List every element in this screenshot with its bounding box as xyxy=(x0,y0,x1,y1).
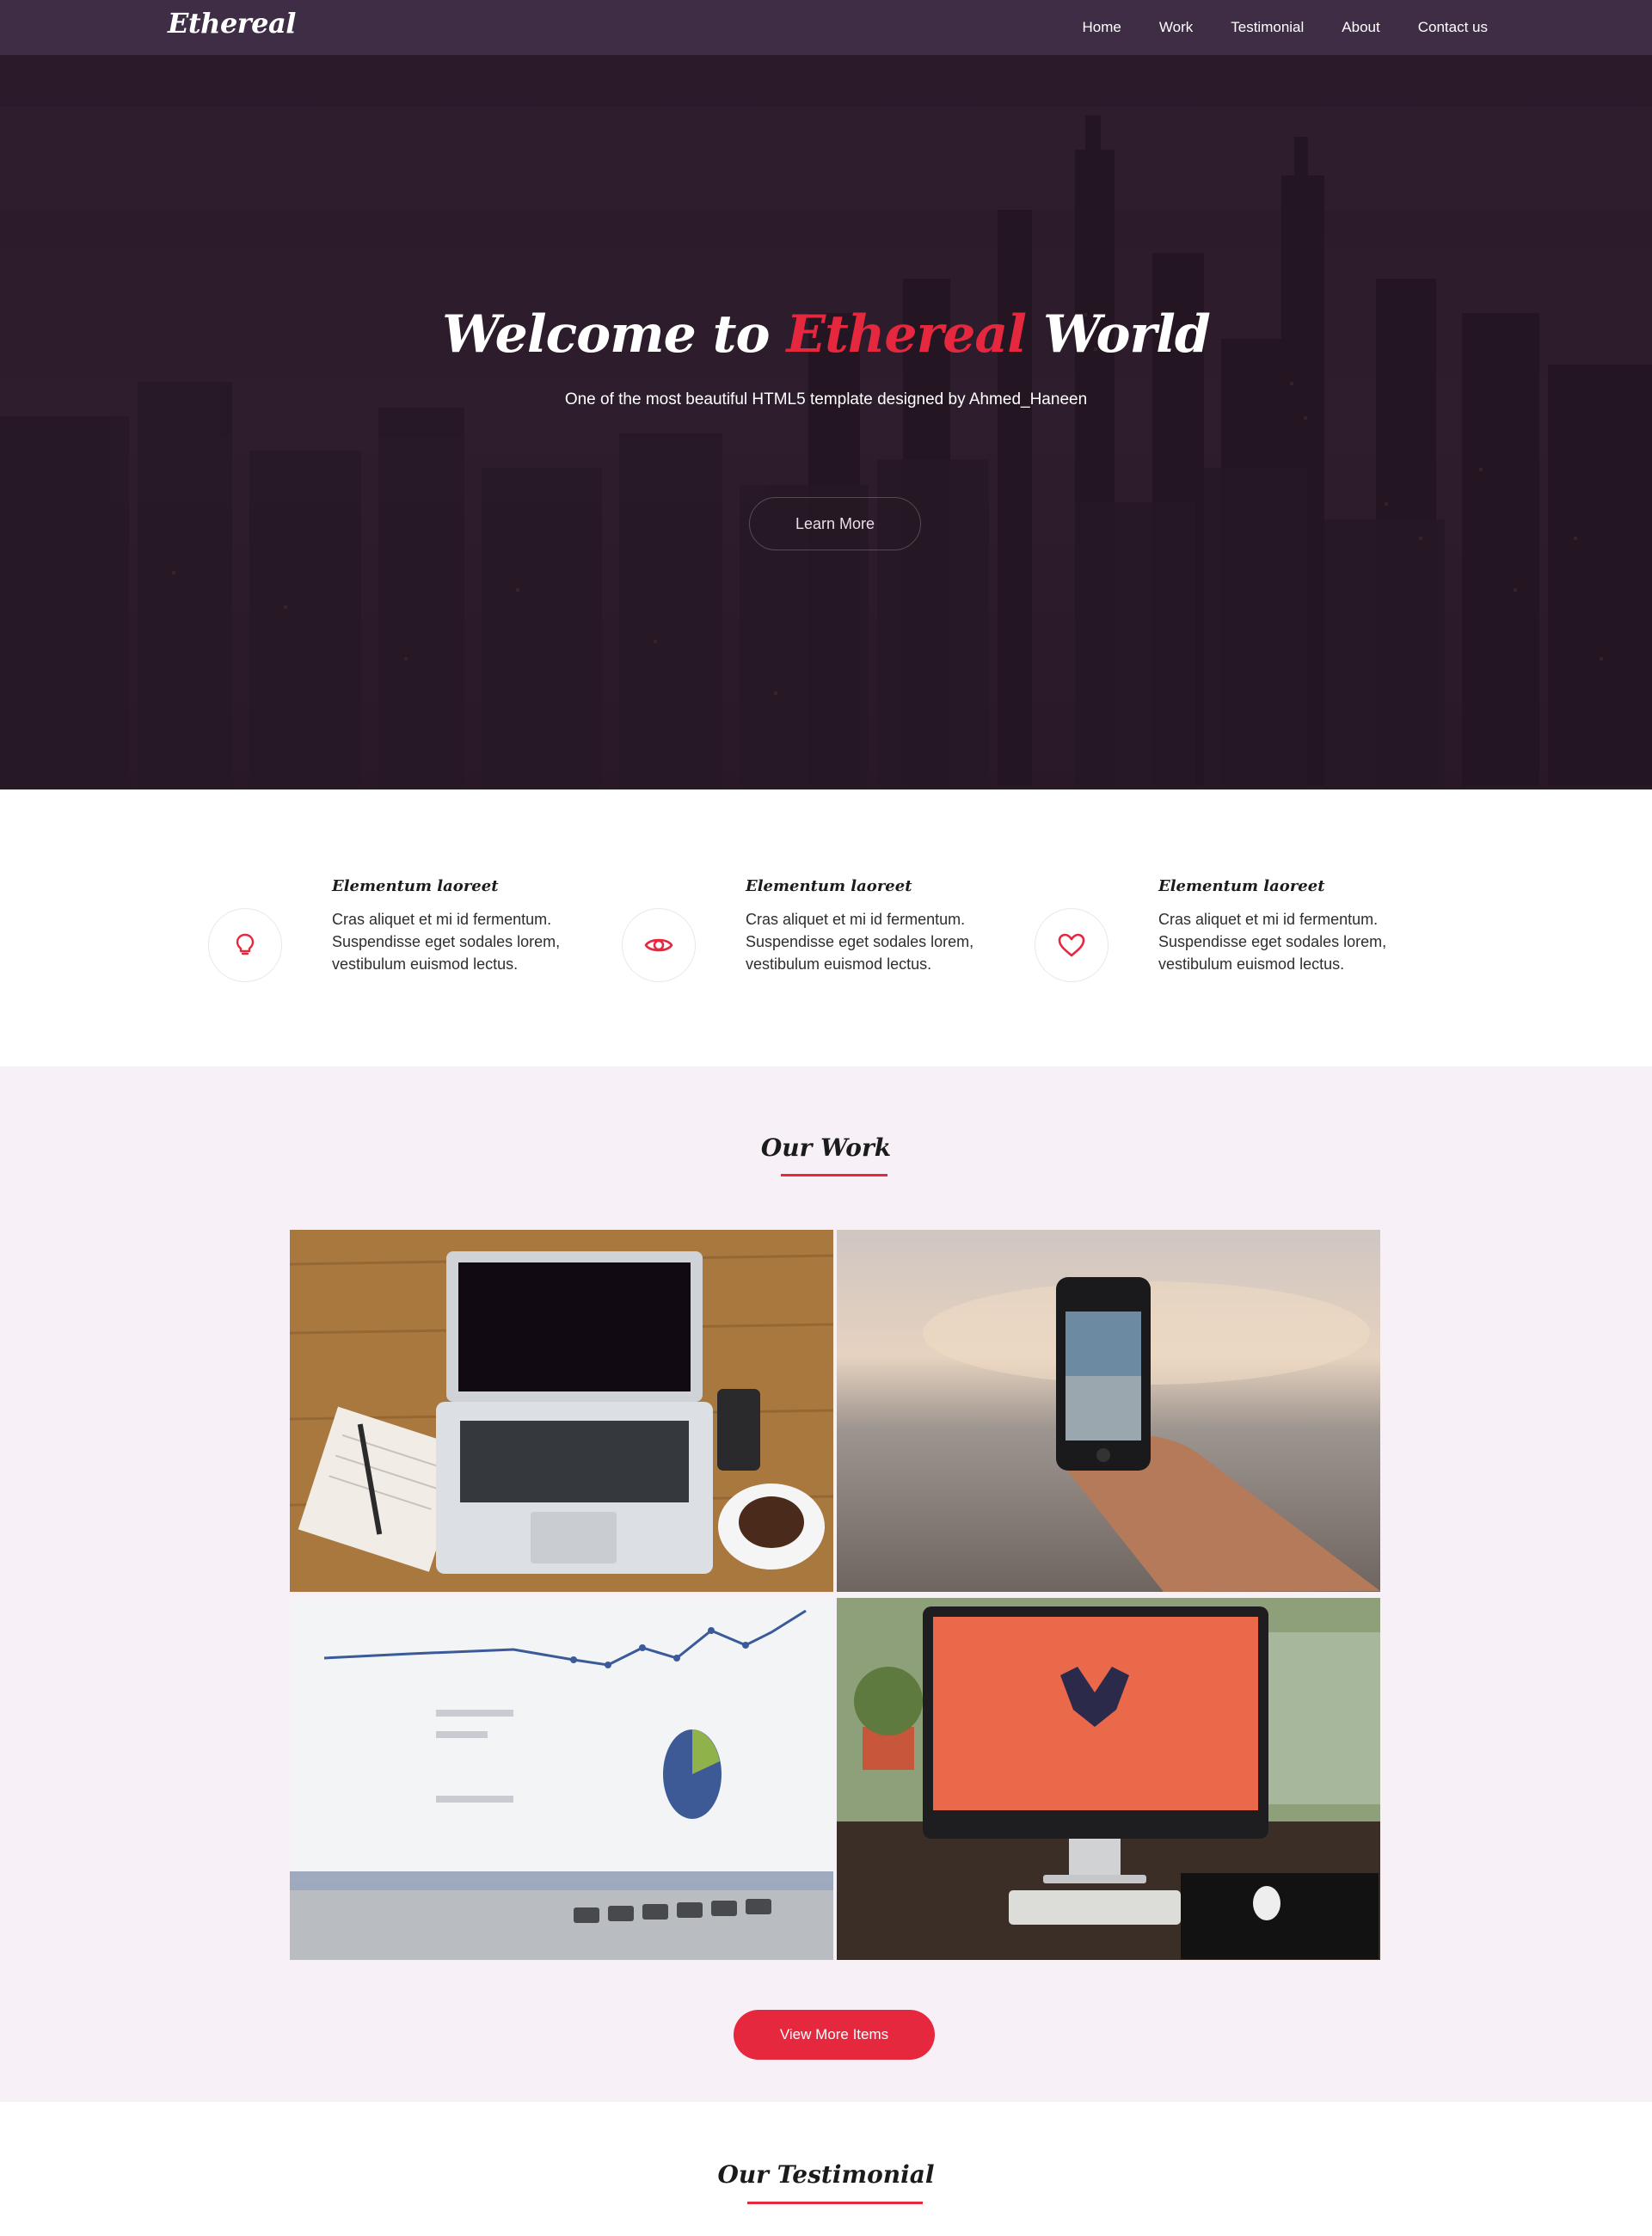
nav-work-link[interactable]: Work xyxy=(1159,19,1193,36)
feature-title: Elementum laoreet xyxy=(332,877,499,895)
learn-more-button[interactable]: Learn More xyxy=(749,497,921,550)
nav-about-link[interactable]: About xyxy=(1342,19,1379,36)
feature-item: Elementum laoreet Cras aliquet et mi id … xyxy=(208,877,578,998)
hero-title-suffix: World xyxy=(1026,304,1211,365)
hero-title-accent: Ethereal xyxy=(786,304,1027,365)
hero-section: Welcome to Ethereal World One of the mos… xyxy=(0,55,1652,789)
hero-title-prefix: Welcome to xyxy=(442,304,787,365)
features-section: Elementum laoreet Cras aliquet et mi id … xyxy=(0,789,1652,1066)
hero-subtitle: One of the most beautiful HTML5 template… xyxy=(564,390,1088,408)
nav-testimonial-link[interactable]: Testimonial xyxy=(1231,19,1304,36)
lightbulb-icon xyxy=(208,908,282,982)
feature-title: Elementum laoreet xyxy=(746,877,912,895)
heart-icon xyxy=(1035,908,1108,982)
hero-city-background xyxy=(0,55,1652,789)
hero-title: Welcome to Ethereal World xyxy=(0,304,1652,365)
work-section: Our Work View More Items xyxy=(0,1066,1652,2102)
nav-contact-link[interactable]: Contact us xyxy=(1418,19,1488,36)
work-title-underline xyxy=(781,1174,887,1176)
feature-text: Cras aliquet et mi id fermentum. Suspend… xyxy=(1158,911,1387,973)
view-more-items-button[interactable]: View More Items xyxy=(734,2010,935,2060)
work-gallery xyxy=(290,1230,1380,1960)
main-menu: Home Work Testimonial About Contact us xyxy=(1045,0,1488,55)
feature-text: Cras aliquet et mi id fermentum. Suspend… xyxy=(332,911,561,973)
work-item-imac-desk[interactable] xyxy=(837,1598,1380,1960)
eye-icon xyxy=(622,908,696,982)
feature-item: Elementum laoreet Cras aliquet et mi id … xyxy=(622,877,992,998)
work-item-laptop-desk[interactable] xyxy=(290,1230,833,1592)
feature-title: Elementum laoreet xyxy=(1158,877,1325,895)
brand-logo[interactable]: Ethereal xyxy=(168,7,296,40)
feature-text: Cras aliquet et mi id fermentum. Suspend… xyxy=(746,911,974,973)
top-navbar: Ethereal Home Work Testimonial About Con… xyxy=(0,0,1652,55)
testimonial-section: Our Testimonial xyxy=(0,2102,1652,2236)
work-section-title: Our Work xyxy=(760,1133,892,1162)
feature-item: Elementum laoreet Cras aliquet et mi id … xyxy=(1035,877,1404,998)
testimonial-title-underline xyxy=(747,2202,923,2204)
work-item-analytics-laptop[interactable] xyxy=(290,1598,833,1960)
testimonial-section-title: Our Testimonial xyxy=(717,2160,935,2189)
nav-home-link[interactable]: Home xyxy=(1083,19,1121,36)
work-item-phone-sea[interactable] xyxy=(837,1230,1380,1592)
